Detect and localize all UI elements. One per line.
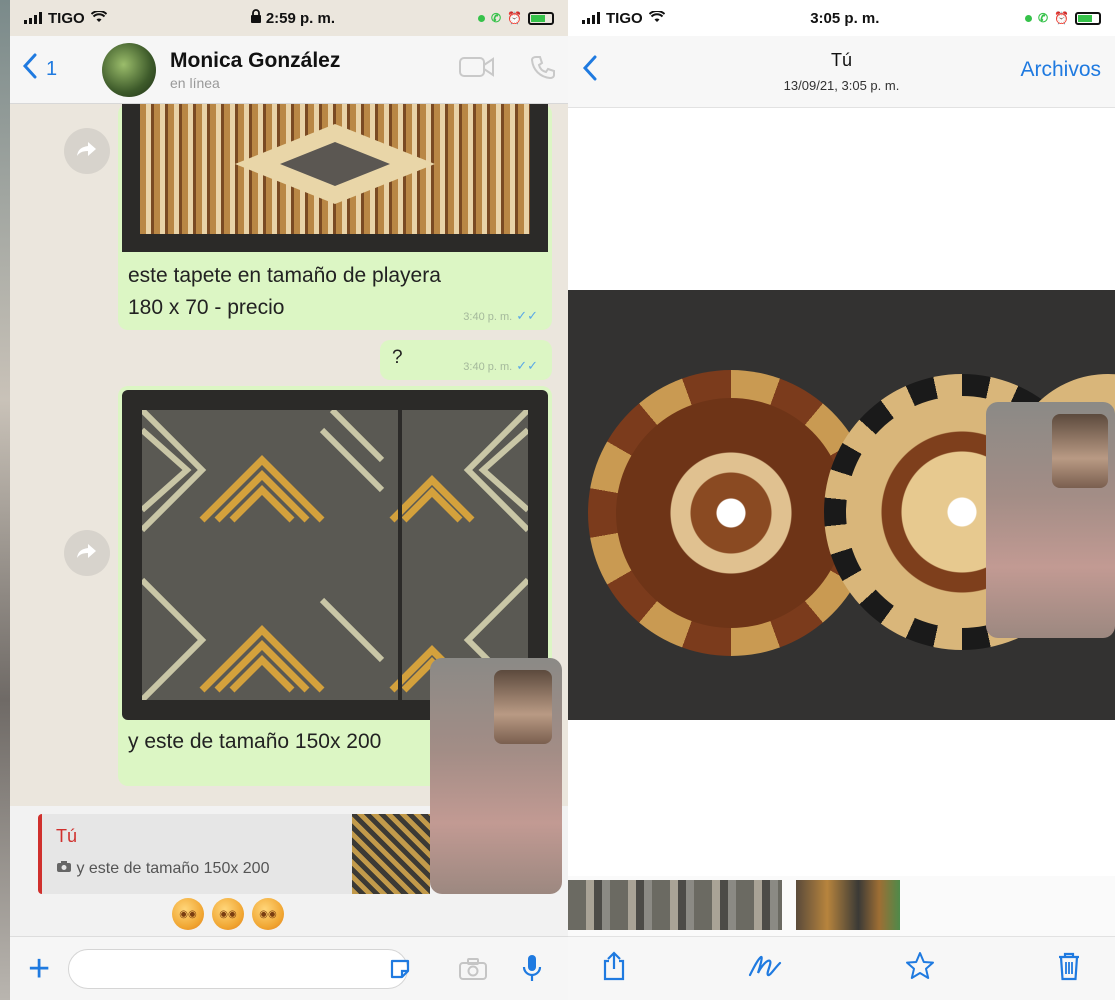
- plus-icon[interactable]: +: [28, 950, 50, 988]
- viewer-header: Tú 13/09/21, 3:05 p. m. Archivos: [568, 36, 1115, 108]
- draw-icon[interactable]: [748, 953, 782, 984]
- reply-text-row: y este de tamaño 150x 200: [56, 860, 269, 878]
- unread-count: 1: [46, 58, 58, 80]
- trash-icon[interactable]: [1057, 951, 1081, 986]
- forward-button[interactable]: [64, 530, 110, 576]
- phone-indicator-icon: ✆: [490, 11, 502, 25]
- status-time: 2:59 p. m.: [265, 10, 336, 27]
- message-input[interactable]: [68, 948, 409, 989]
- reply-thumbnail: [352, 814, 430, 894]
- carrier-label: TIGO: [606, 9, 643, 27]
- message-caption: y este de tamaño 150x 200: [128, 730, 382, 753]
- flushed-emoji-icon: ◉◉: [212, 898, 244, 930]
- rug-photo-1[interactable]: [122, 104, 548, 252]
- emoji-message: ◉◉ ◉◉ ◉◉: [172, 898, 284, 930]
- wifi-icon: [90, 9, 107, 26]
- camera-icon[interactable]: [458, 957, 488, 986]
- viewer-toolbar: [568, 936, 1115, 1000]
- forward-icon: [76, 140, 98, 163]
- read-ticks-icon: ✓✓: [516, 308, 538, 323]
- rug-pattern: [142, 410, 528, 700]
- flushed-emoji-icon: ◉◉: [172, 898, 204, 930]
- camera-in-use-indicator: [1024, 14, 1032, 22]
- signal-icon: [582, 12, 600, 24]
- media-viewer-screen: TIGO 3:05 p. m. ✆ ⏰ Tú 13/09/21, 3:05 p.…: [568, 0, 1115, 1000]
- forward-button[interactable]: [64, 128, 110, 174]
- message-input-bar: +: [10, 936, 568, 1000]
- share-icon[interactable]: [602, 951, 626, 986]
- video-call-pip[interactable]: [430, 658, 562, 894]
- video-call-pip[interactable]: [986, 402, 1115, 638]
- message-text: ?: [392, 347, 403, 368]
- back-chevron-icon: [22, 53, 38, 87]
- background-edge: [0, 0, 10, 1000]
- contact-info[interactable]: Monica González en línea: [170, 49, 340, 91]
- wifi-icon: [648, 9, 665, 26]
- rug-chevron-pattern: [142, 410, 528, 700]
- status-bar: TIGO 2:59 p. m. ✆ ⏰: [10, 0, 568, 36]
- reply-author: Tú: [56, 826, 78, 846]
- star-icon[interactable]: [905, 951, 935, 986]
- thumbnail-group[interactable]: [568, 880, 782, 930]
- phone-indicator-icon: ✆: [1037, 11, 1049, 25]
- contact-status: en línea: [170, 74, 220, 91]
- thumbnail-selected[interactable]: [796, 880, 900, 930]
- alarm-icon: ⏰: [507, 11, 522, 25]
- battery-icon: [1074, 11, 1101, 25]
- status-time: 3:05 p. m.: [810, 9, 880, 27]
- plates-photo[interactable]: [568, 290, 1115, 720]
- phone-icon[interactable]: [530, 54, 556, 85]
- self-view-thumbnail: [1052, 414, 1108, 488]
- message-meta: 3:40 p. m. ✓✓: [463, 358, 538, 374]
- battery-icon: [528, 11, 554, 25]
- carrier-label: TIGO: [48, 9, 85, 27]
- message-time: 3:40 p. m.: [463, 311, 513, 323]
- flushed-emoji-icon: ◉◉: [252, 898, 284, 930]
- contact-avatar[interactable]: [102, 42, 156, 97]
- contact-name: Monica González: [170, 48, 341, 72]
- screenshot-composite: TIGO 2:59 p. m. ✆ ⏰ 1 Monica González en…: [0, 0, 1115, 1000]
- alarm-icon: ⏰: [1054, 11, 1069, 25]
- back-button[interactable]: 1: [22, 53, 102, 87]
- camera-in-use-indicator: [477, 14, 485, 22]
- lock-icon: [250, 9, 266, 27]
- files-button[interactable]: Archivos: [1020, 58, 1101, 82]
- message-time: 3:40 p. m.: [463, 361, 513, 373]
- media-thumbnail-strip: [568, 876, 1115, 936]
- rug-pattern: [140, 104, 530, 234]
- self-view-thumbnail: [494, 670, 552, 744]
- sticker-icon[interactable]: [388, 957, 412, 986]
- read-ticks-icon: ✓✓: [516, 358, 538, 373]
- signal-icon: [24, 12, 42, 24]
- chat-header: 1 Monica González en línea: [10, 36, 568, 104]
- microphone-icon[interactable]: [522, 953, 542, 988]
- reply-text: y este de tamaño 150x 200: [76, 860, 270, 877]
- message-image-bubble[interactable]: este tapete en tamaño de playera 180 x 7…: [118, 104, 552, 330]
- forward-icon: [76, 542, 98, 565]
- status-bar: TIGO 3:05 p. m. ✆ ⏰: [568, 0, 1115, 36]
- video-call-icon[interactable]: [458, 55, 496, 84]
- message-caption-line-2: 180 x 70 - precio: [128, 296, 285, 319]
- message-meta: 3:40 p. m. ✓✓: [463, 308, 538, 324]
- message-caption-line-1: este tapete en tamaño de playera: [128, 264, 441, 287]
- message-text-bubble[interactable]: ? 3:40 p. m. ✓✓: [380, 340, 552, 380]
- whatsapp-chat-screen: TIGO 2:59 p. m. ✆ ⏰ 1 Monica González en…: [10, 0, 568, 1000]
- camera-icon: [56, 860, 76, 877]
